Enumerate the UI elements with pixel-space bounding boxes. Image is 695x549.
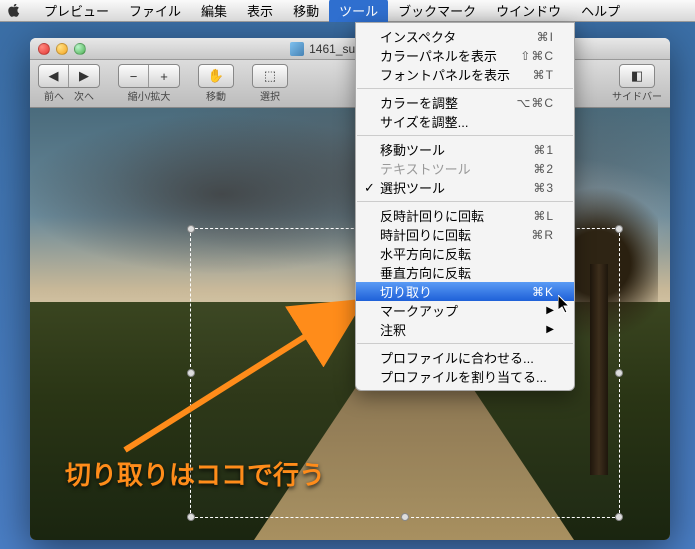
menu-item[interactable]: 時計回りに回転 ⌘R: [356, 225, 574, 244]
zoom-in-button[interactable]: +: [149, 65, 179, 87]
menu-item-label: 移動ツール: [380, 140, 445, 159]
system-menubar: プレビュー ファイル 編集 表示 移動 ツール ブックマーク ウインドウ ヘルプ: [0, 0, 695, 22]
menubar-window[interactable]: ウインドウ: [486, 0, 571, 22]
menu-item-label: インスペクタ: [380, 27, 456, 46]
close-button[interactable]: [38, 43, 50, 55]
apple-logo-icon[interactable]: [8, 4, 22, 18]
sidebar-label: サイドバー: [612, 88, 662, 103]
menu-item[interactable]: サイズを調整...: [356, 112, 574, 131]
menu-item[interactable]: 切り取り ⌘K: [356, 282, 574, 301]
handle-s[interactable]: [401, 513, 409, 521]
traffic-lights: [38, 43, 86, 55]
minimize-button[interactable]: [56, 43, 68, 55]
menu-separator: [357, 135, 573, 136]
menubar-go[interactable]: 移動: [283, 0, 329, 22]
menu-item-label: 時計回りに回転: [380, 225, 471, 244]
select-group: ⬚ 選択: [252, 64, 288, 103]
menu-item-label: 垂直方向に反転: [380, 263, 471, 282]
submenu-arrow-icon: ▶: [546, 305, 554, 316]
menu-item-label: 選択ツール: [380, 178, 445, 197]
menu-item-label: 反時計回りに回転: [380, 206, 484, 225]
menubar-help[interactable]: ヘルプ: [571, 0, 630, 22]
menu-item[interactable]: プロファイルを割り当てる...: [356, 367, 574, 386]
select-label: 選択: [260, 88, 280, 103]
handle-se[interactable]: [615, 513, 623, 521]
zoom-button[interactable]: [74, 43, 86, 55]
submenu-arrow-icon: ▶: [546, 324, 554, 335]
menubar-edit[interactable]: 編集: [191, 0, 237, 22]
menu-item-label: カラーを調整: [380, 93, 458, 112]
check-icon: ✓: [364, 180, 375, 196]
menu-shortcut: ⌘T: [533, 68, 554, 82]
menu-item[interactable]: 反時計回りに回転 ⌘L: [356, 206, 574, 225]
prev-button[interactable]: ◀: [39, 65, 69, 87]
menu-shortcut: ⇧⌘C: [520, 49, 554, 63]
menu-item-label: プロファイルに合わせる...: [380, 348, 534, 367]
menu-item[interactable]: 注釈 ▶: [356, 320, 574, 339]
menu-item-label: 切り取り: [380, 282, 432, 301]
menu-item-label: 注釈: [380, 320, 406, 339]
menu-item-label: マークアップ: [380, 301, 458, 320]
menu-shortcut: ⌘3: [533, 181, 554, 195]
menu-item[interactable]: 垂直方向に反転: [356, 263, 574, 282]
sidebar-group: ◧ サイドバー: [612, 64, 662, 103]
menu-separator: [357, 88, 573, 89]
zoom-out-button[interactable]: −: [119, 65, 149, 87]
handle-sw[interactable]: [187, 513, 195, 521]
tools-dropdown: インスペクタ ⌘I カラーパネルを表示 ⇧⌘C フォントパネルを表示 ⌘T カラーを調整 ⌥⌘…: [355, 22, 575, 391]
menu-item[interactable]: マークアップ ▶: [356, 301, 574, 320]
handle-e[interactable]: [615, 369, 623, 377]
menubar-view[interactable]: 表示: [237, 0, 283, 22]
menu-shortcut: ⌘R: [531, 228, 554, 242]
handle-nw[interactable]: [187, 225, 195, 233]
menu-item[interactable]: フォントパネルを表示 ⌘T: [356, 65, 574, 84]
menu-item: テキストツール ⌘2: [356, 159, 574, 178]
menubar-app[interactable]: プレビュー: [34, 0, 119, 22]
handle-ne[interactable]: [615, 225, 623, 233]
menubar-bookmarks[interactable]: ブックマーク: [388, 0, 486, 22]
menu-item[interactable]: 移動ツール ⌘1: [356, 140, 574, 159]
menu-shortcut: ⌘1: [533, 143, 554, 157]
menu-item[interactable]: インスペクタ ⌘I: [356, 27, 574, 46]
menu-separator: [357, 201, 573, 202]
nav-group: ◀ ▶ 前へ 次へ: [38, 64, 100, 103]
menu-item-label: サイズを調整...: [380, 112, 468, 131]
menu-item[interactable]: カラーを調整 ⌥⌘C: [356, 93, 574, 112]
move-tool-button[interactable]: ✋: [199, 65, 233, 87]
menu-item-label: テキストツール: [380, 159, 471, 178]
menu-shortcut: ⌘L: [533, 209, 554, 223]
select-tool-button[interactable]: ⬚: [253, 65, 287, 87]
sidebar-toggle-button[interactable]: ◧: [620, 65, 654, 87]
nav-label: 前へ 次へ: [44, 88, 94, 103]
zoom-group: − + 縮小/拡大: [118, 64, 180, 103]
menu-item[interactable]: カラーパネルを表示 ⇧⌘C: [356, 46, 574, 65]
menubar-tools[interactable]: ツール: [329, 0, 388, 22]
handle-w[interactable]: [187, 369, 195, 377]
menu-item[interactable]: 水平方向に反転: [356, 244, 574, 263]
move-label: 移動: [206, 88, 226, 103]
menu-shortcut: ⌘K: [532, 285, 554, 299]
menu-item-label: カラーパネルを表示: [380, 46, 497, 65]
menu-item-label: 水平方向に反転: [380, 244, 471, 263]
cursor-icon: [558, 295, 572, 315]
menu-shortcut: ⌘I: [537, 30, 554, 44]
document-icon: [290, 42, 304, 56]
menubar-file[interactable]: ファイル: [119, 0, 191, 22]
move-group: ✋ 移動: [198, 64, 234, 103]
menu-separator: [357, 343, 573, 344]
menu-item-label: プロファイルを割り当てる...: [380, 367, 547, 386]
menu-shortcut: ⌘2: [533, 162, 554, 176]
menu-shortcut: ⌥⌘C: [517, 96, 555, 110]
next-button[interactable]: ▶: [69, 65, 99, 87]
menu-item-label: フォントパネルを表示: [380, 65, 510, 84]
menu-item[interactable]: プロファイルに合わせる...: [356, 348, 574, 367]
menu-item[interactable]: ✓ 選択ツール ⌘3: [356, 178, 574, 197]
zoom-label: 縮小/拡大: [128, 88, 171, 103]
